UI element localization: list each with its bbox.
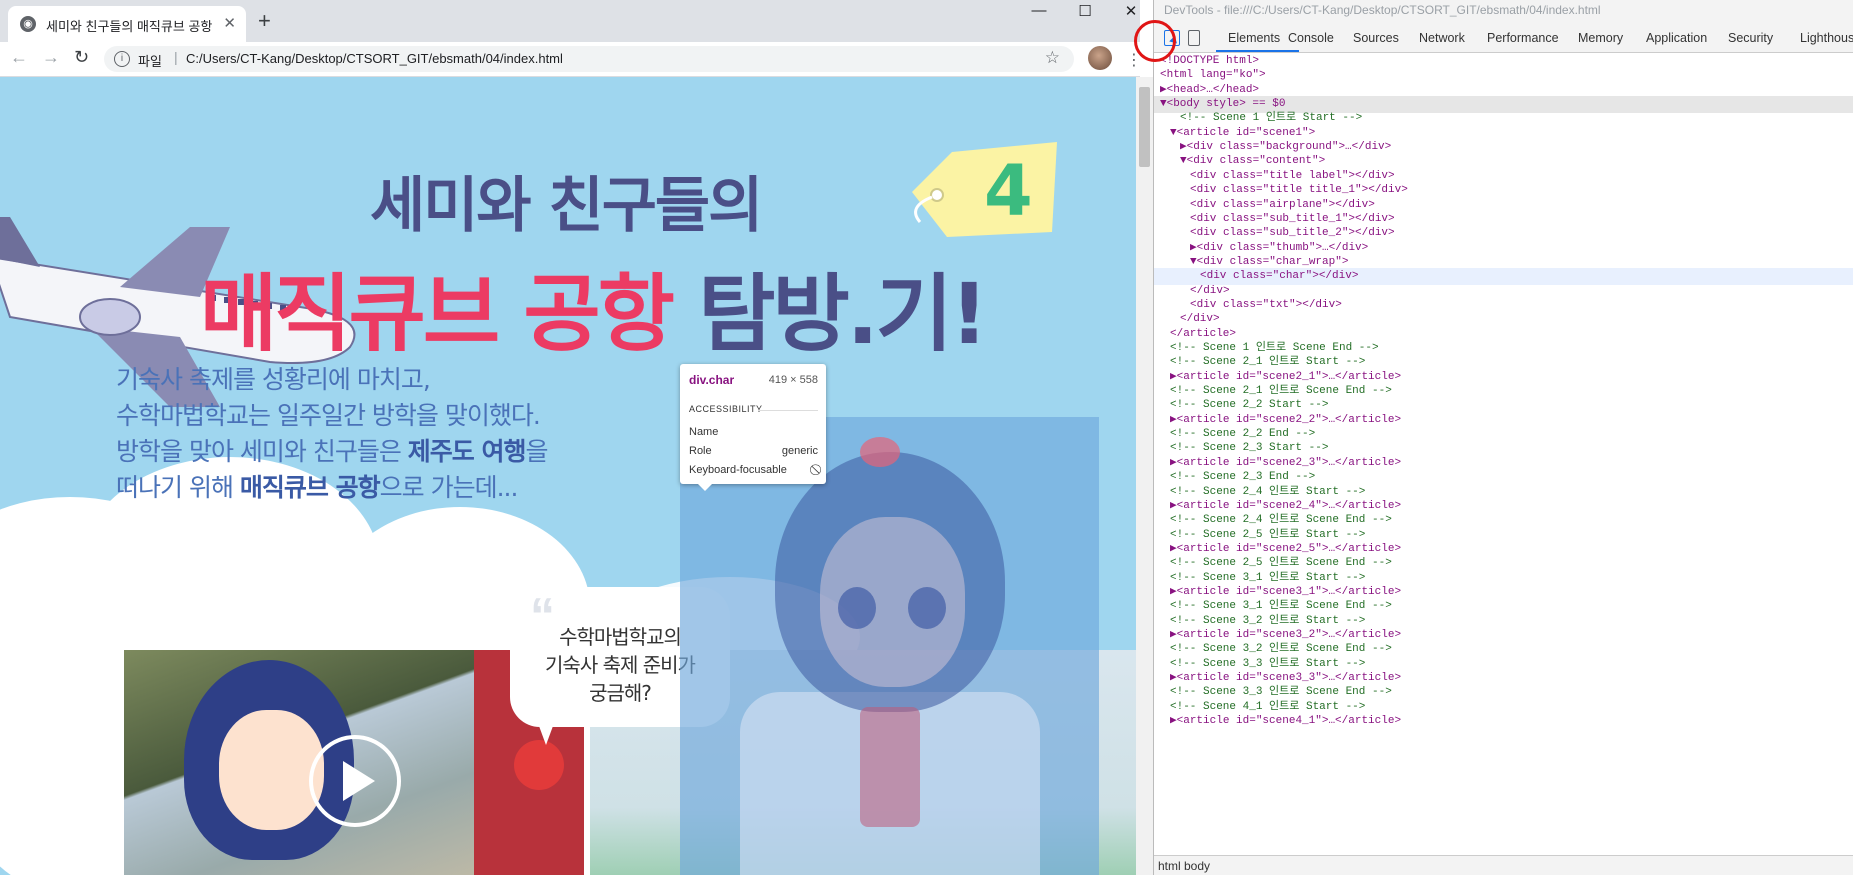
bubble-tail — [532, 707, 560, 745]
tooltip-key: Keyboard-focusable — [689, 464, 787, 476]
reload-icon[interactable]: ↻ — [74, 47, 89, 68]
intro-text: 으로 가는데... — [379, 473, 519, 502]
close-window-button[interactable]: ✕ — [1117, 2, 1140, 20]
breadcrumb-body[interactable]: body — [1184, 859, 1210, 873]
tooltip-key: Name — [689, 426, 719, 438]
tooltip-section: ACCESSIBILITY — [689, 404, 763, 414]
intro-line: 떠나기 위해 매직큐브 공항으로 가는데... — [116, 470, 548, 506]
devtools-title: DevTools - file:///C:/Users/CT-Kang/Desk… — [1164, 3, 1601, 17]
intro-text: 을 — [525, 437, 549, 466]
page-scrollbar[interactable] — [1136, 77, 1153, 875]
tab-sources[interactable]: Sources — [1353, 31, 1399, 45]
dom-tree: <!DOCTYPE html> <html lang="ko"> ▶<head>…<… — [1154, 53, 1853, 853]
browser-window: ◉ 세미와 친구들의 매직큐브 공항 탐방 ✕ + ← → ↻ i 파일 | C… — [0, 0, 1140, 875]
character-ribbon — [860, 707, 920, 827]
browser-toolbar: ← → ↻ i 파일 | C:/Users/CT-Kang/Desktop/CT… — [0, 42, 1140, 77]
title-tail: 탐방.기! — [698, 265, 988, 363]
intro-paragraph-2: 방학을 맞아 세미와 친구들은 제주도 여행을 떠나기 위해 매직큐브 공항으로… — [116, 434, 549, 506]
character-eye — [908, 587, 946, 629]
intro-emphasis: 제주도 여행 — [407, 437, 527, 466]
character-face — [219, 710, 324, 830]
url-text[interactable]: C:/Users/CT-Kang/Desktop/CTSORT_GIT/ebsm… — [186, 51, 563, 66]
intro-line: 방학을 맞아 세미와 친구들은 제주도 여행을 — [116, 434, 549, 470]
tooltip-selector: div.char — [689, 373, 735, 387]
tab-application[interactable]: Application — [1646, 31, 1707, 45]
info-icon[interactable]: i — [114, 51, 130, 67]
back-icon[interactable]: ← — [10, 47, 28, 68]
episode-number: 4 — [984, 150, 1033, 232]
devtools-panel: DevTools - file:///C:/Users/CT-Kang/Desk… — [1154, 0, 1853, 875]
tooltip-key: Role — [689, 445, 712, 457]
intro-paragraph-1: 기숙사 축제를 성황리에 마치고, 수학마법학교는 일주일간 방학을 맞이했다. — [116, 362, 541, 434]
globe-icon: ◉ — [20, 16, 36, 32]
tab-network[interactable]: Network — [1419, 31, 1465, 45]
scheme-label: 파일 — [138, 54, 162, 69]
flower-illustration — [514, 740, 564, 790]
dom-node-line[interactable]: ▶<article id="scene4_1">…</article> — [1154, 713, 1853, 730]
intro-line: 수학마법학교는 일주일간 방학을 맞이했다. — [116, 401, 541, 430]
intro-line: 기숙사 축제를 성황리에 마치고, — [116, 365, 431, 394]
intro-text: 방학을 맞아 세미와 친구들은 — [116, 437, 408, 466]
tooltip-rule — [758, 410, 818, 411]
tab-close-icon[interactable]: ✕ — [223, 14, 236, 32]
page-viewport: 4 세미와 친구들의 매직큐브 공항 탐방.기! 기숙사 축제를 성황리에 마치… — [0, 77, 1136, 875]
intro-emphasis: 매직큐브 공항 — [239, 473, 381, 502]
tab-lighthouse[interactable]: Lighthouse — [1800, 31, 1853, 45]
active-tab-indicator — [1216, 50, 1299, 52]
episode-badge: 4 — [912, 142, 1057, 237]
tab-security[interactable]: Security — [1728, 31, 1773, 45]
tab-performance[interactable]: Performance — [1487, 31, 1559, 45]
forward-icon[interactable]: → — [42, 47, 60, 68]
address-separator: | — [174, 49, 178, 65]
bookmark-star-icon[interactable]: ☆ — [1045, 48, 1060, 68]
breadcrumb: html body — [1154, 855, 1853, 875]
page-title-line1: 세미와 친구들의 — [370, 171, 763, 241]
tab-elements[interactable]: Elements — [1228, 31, 1280, 45]
tooltip-value: generic — [781, 445, 818, 457]
new-tab-button[interactable]: + — [258, 8, 271, 34]
scrollbar-thumb[interactable] — [1139, 87, 1150, 167]
tab-memory[interactable]: Memory — [1578, 31, 1623, 45]
tab-strip: ◉ 세미와 친구들의 매직큐브 공항 탐방 ✕ + — [0, 0, 1140, 42]
tooltip-arrow — [698, 484, 712, 491]
address-bar[interactable]: i 파일 | C:/Users/CT-Kang/Desktop/CTSORT_G… — [104, 46, 1074, 72]
profile-avatar[interactable] — [1088, 46, 1112, 70]
play-button-icon[interactable] — [309, 735, 401, 827]
minimize-button[interactable]: — — [1025, 2, 1053, 19]
devtools-titlebar: DevTools - file:///C:/Users/CT-Kang/Desk… — [1154, 0, 1853, 22]
devtools-tabbar: Elements Console Sources Network Perform… — [1154, 22, 1853, 53]
inspected-element-highlight — [680, 417, 1099, 875]
breadcrumb-html[interactable]: html — [1158, 859, 1181, 873]
page-title-line2: 매직큐브 공항 탐방.기! — [200, 247, 988, 368]
browser-tab[interactable]: ◉ 세미와 친구들의 매직큐브 공항 탐방 ✕ — [8, 6, 246, 42]
tab-console[interactable]: Console — [1288, 31, 1334, 45]
maximize-button[interactable]: ☐ — [1071, 2, 1099, 20]
hair-ornament — [860, 437, 900, 467]
tooltip-dimensions: 419 × 558 — [768, 374, 818, 386]
red-annotation-circle — [1134, 20, 1176, 62]
intro-text: 떠나기 위해 — [116, 473, 240, 502]
tab-title: 세미와 친구들의 매직큐브 공항 탐방 — [46, 19, 216, 34]
device-toolbar-icon[interactable] — [1188, 30, 1200, 46]
character-eye — [838, 587, 876, 629]
inspect-tooltip: div.char 419 × 558 ACCESSIBILITY Name Ro… — [680, 364, 826, 491]
title-highlight: 매직큐브 공항 — [200, 265, 675, 363]
